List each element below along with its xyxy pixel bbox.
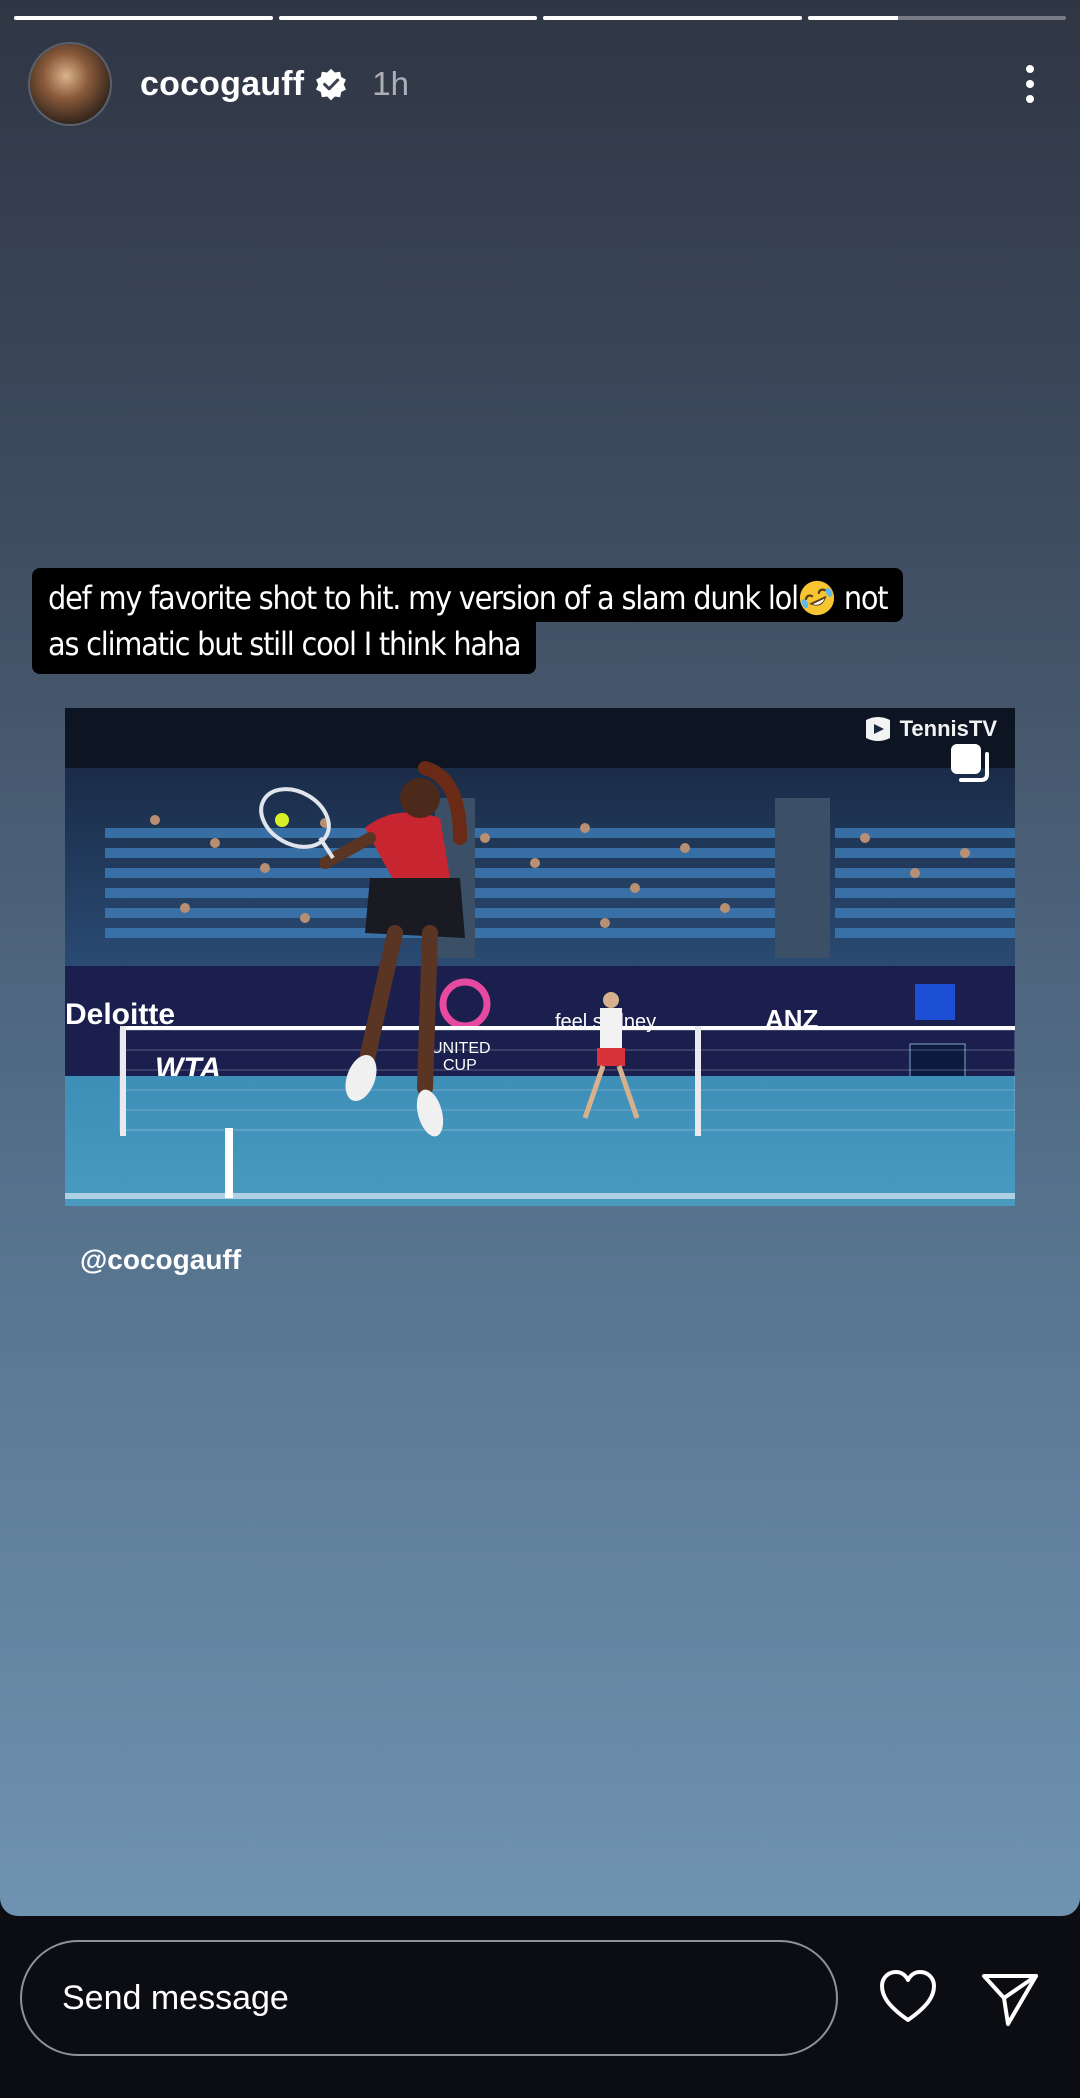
post-time: 1h — [372, 65, 409, 102]
story-header: cocogauff 1h — [30, 42, 1050, 126]
tennistv-watermark: TennisTV — [862, 716, 997, 742]
heart-icon[interactable] — [876, 1966, 940, 2030]
send-icon[interactable] — [978, 1966, 1042, 2030]
story-footer — [0, 1916, 1080, 2098]
rolling-laughing-emoji-icon — [799, 580, 834, 616]
caption-line-2: as climatic but still cool I think haha — [32, 622, 537, 674]
svg-text:CUP: CUP — [443, 1057, 477, 1074]
svg-text:UNITED: UNITED — [431, 1040, 491, 1057]
more-options-icon[interactable] — [1010, 54, 1050, 114]
progress-segment — [807, 16, 1066, 20]
caption-line-1: def my favorite shot to hit. my version … — [32, 568, 904, 622]
caption-text: def my favorite shot to hit. my version … — [48, 579, 799, 617]
avatar[interactable] — [30, 44, 110, 124]
caption-text-tail: not — [835, 579, 889, 617]
progress-segment — [543, 16, 802, 20]
story-viewer[interactable]: cocogauff 1h def my favorite shot to hit… — [0, 0, 1080, 1916]
send-message-input[interactable] — [20, 1940, 838, 2056]
copy-icon[interactable] — [947, 740, 993, 784]
watermark-text: TennisTV — [899, 716, 997, 741]
tennis-match-scene: Deloitte WTA UNITED CUP feel sydney ANZ — [65, 708, 1015, 1206]
progress-segment — [278, 16, 537, 20]
username[interactable]: cocogauff — [140, 65, 304, 104]
mention-tag[interactable]: @cocogauff — [80, 1244, 241, 1276]
progress-segment — [14, 16, 273, 20]
story-progress-bar — [14, 16, 1066, 20]
tennistv-logo-icon — [865, 717, 890, 741]
story-caption: def my favorite shot to hit. my version … — [32, 568, 904, 674]
embedded-video-clip[interactable]: Deloitte WTA UNITED CUP feel sydney ANZ — [65, 708, 1015, 1206]
verified-badge-icon — [316, 68, 347, 101]
